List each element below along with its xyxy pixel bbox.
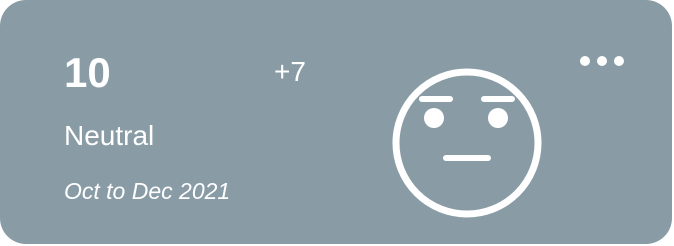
mood-count-change: +7 bbox=[274, 56, 306, 87]
left-eye bbox=[424, 108, 444, 128]
mood-count: 10 bbox=[64, 49, 111, 96]
date-range: Oct to Dec 2021 bbox=[64, 178, 231, 204]
mood-label: Neutral bbox=[64, 120, 155, 151]
mood-summary-card: 10 +7 Neutral Oct to Dec 2021 bbox=[0, 0, 672, 244]
more-options-button[interactable] bbox=[574, 46, 630, 76]
more-options-icon-dot bbox=[597, 56, 607, 66]
more-options-icon-dot bbox=[580, 56, 590, 66]
neutral-face-icon bbox=[392, 68, 542, 218]
right-eye bbox=[488, 108, 508, 128]
face-outline bbox=[392, 68, 542, 218]
more-options-icon-dot bbox=[614, 56, 624, 66]
